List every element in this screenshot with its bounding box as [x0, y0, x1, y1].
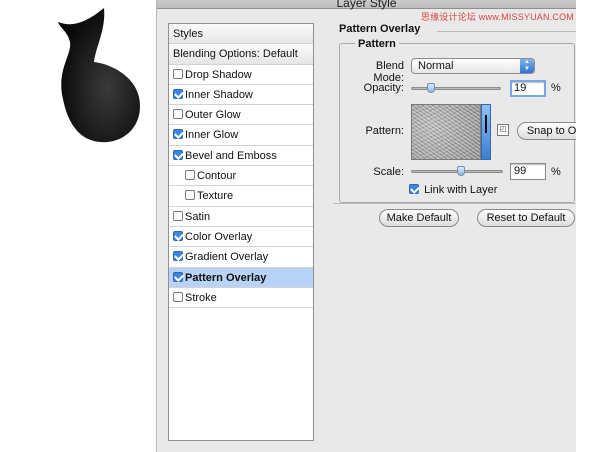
- style-item-label: Gradient Overlay: [185, 251, 269, 264]
- style-item-checkbox[interactable]: [173, 291, 183, 302]
- bottom-divider: [333, 203, 576, 204]
- style-item-inner-glow[interactable]: Inner Glow: [169, 125, 313, 146]
- style-item-label: Inner Glow: [185, 129, 239, 142]
- style-item-contour[interactable]: Contour: [169, 166, 313, 187]
- scale-unit: %: [551, 166, 561, 178]
- style-item-label: Inner Shadow: [185, 88, 253, 101]
- style-item-checkbox[interactable]: [173, 68, 183, 79]
- layer-artwork: [58, 8, 140, 143]
- section-title: Pattern Overlay: [339, 23, 421, 35]
- style-item-gradient-overlay[interactable]: Gradient Overlay: [169, 247, 313, 268]
- section-divider: [437, 31, 576, 32]
- blend-mode-stepper-icon: ▲ ▼: [520, 59, 534, 73]
- pattern-overlay-panel: Pattern Overlay Pattern Blend Mode: Norm…: [327, 18, 576, 448]
- scale-input[interactable]: 99: [510, 163, 546, 180]
- style-item-label: Pattern Overlay: [185, 271, 267, 284]
- group-title: Pattern: [355, 38, 399, 50]
- style-item-inner-shadow[interactable]: Inner Shadow: [169, 85, 313, 106]
- style-item-stroke[interactable]: Stroke: [169, 288, 313, 309]
- pattern-picker-arrow-icon[interactable]: [481, 104, 491, 160]
- style-item-checkbox[interactable]: [173, 149, 183, 160]
- style-item-bevel-and-emboss[interactable]: Bevel and Emboss: [169, 146, 313, 167]
- scale-label: Scale:: [373, 166, 404, 178]
- style-item-checkbox[interactable]: [173, 210, 183, 221]
- style-item-checkbox[interactable]: [173, 88, 183, 99]
- snap-to-origin-button[interactable]: Snap to Origin: [517, 122, 576, 140]
- style-item-label: Outer Glow: [185, 109, 241, 122]
- opacity-slider[interactable]: [411, 83, 501, 93]
- style-item-checkbox[interactable]: [185, 170, 195, 181]
- style-item-checkbox[interactable]: [173, 129, 183, 140]
- opacity-slider-thumb[interactable]: [427, 83, 436, 93]
- style-item-pattern-overlay[interactable]: Pattern Overlay: [169, 267, 313, 288]
- blend-mode-select[interactable]: Normal ▲ ▼: [411, 58, 535, 74]
- style-item-outer-glow[interactable]: Outer Glow: [169, 105, 313, 126]
- opacity-label: Opacity:: [363, 82, 404, 94]
- pattern-swatch[interactable]: [411, 104, 481, 160]
- reset-to-default-button[interactable]: Reset to Default: [477, 209, 575, 227]
- style-item-color-overlay[interactable]: Color Overlay: [169, 227, 313, 248]
- style-item-label: Satin: [185, 210, 211, 223]
- style-item-drop-shadow[interactable]: Drop Shadow: [169, 65, 313, 85]
- style-item-label: Texture: [197, 190, 234, 203]
- style-item-checkbox[interactable]: [173, 271, 183, 282]
- styles-list: Styles Blending Options: Default Drop Sh…: [168, 23, 314, 441]
- style-item-satin[interactable]: Satin: [169, 207, 313, 227]
- style-item-label: Bevel and Emboss: [185, 149, 277, 162]
- style-item-texture[interactable]: Texture: [169, 186, 313, 207]
- style-item-label: Color Overlay: [185, 230, 253, 243]
- window-title[interactable]: Layer Style: [157, 0, 576, 10]
- link-with-layer[interactable]: Link with Layer: [409, 184, 497, 196]
- layer-style-dialog: Layer Style 思缘设计论坛 www.MISSYUAN.COM Styl…: [156, 0, 576, 452]
- link-with-layer-checkbox[interactable]: [409, 184, 419, 194]
- pattern-label: Pattern:: [365, 125, 404, 137]
- style-item-checkbox[interactable]: [173, 251, 183, 262]
- opacity-input[interactable]: 19: [510, 80, 546, 97]
- style-item-label: Drop Shadow: [185, 68, 252, 81]
- make-default-button[interactable]: Make Default: [379, 209, 459, 227]
- link-with-layer-label: Link with Layer: [424, 184, 498, 196]
- styles-header[interactable]: Styles: [169, 24, 313, 45]
- new-preset-icon[interactable]: ◰: [497, 124, 509, 136]
- blend-mode-label: Blend Mode:: [373, 60, 404, 84]
- style-item-checkbox[interactable]: [173, 109, 183, 120]
- style-item-checkbox[interactable]: [185, 190, 195, 201]
- opacity-unit: %: [551, 82, 561, 94]
- blend-mode-value: Normal: [418, 60, 454, 72]
- style-item-label: Contour: [197, 170, 237, 183]
- scale-slider-thumb[interactable]: [457, 166, 466, 176]
- blending-options-item[interactable]: Blending Options: Default: [169, 44, 313, 65]
- scale-slider[interactable]: [411, 166, 503, 176]
- style-item-label: Stroke: [185, 291, 217, 304]
- style-item-checkbox[interactable]: [173, 230, 183, 241]
